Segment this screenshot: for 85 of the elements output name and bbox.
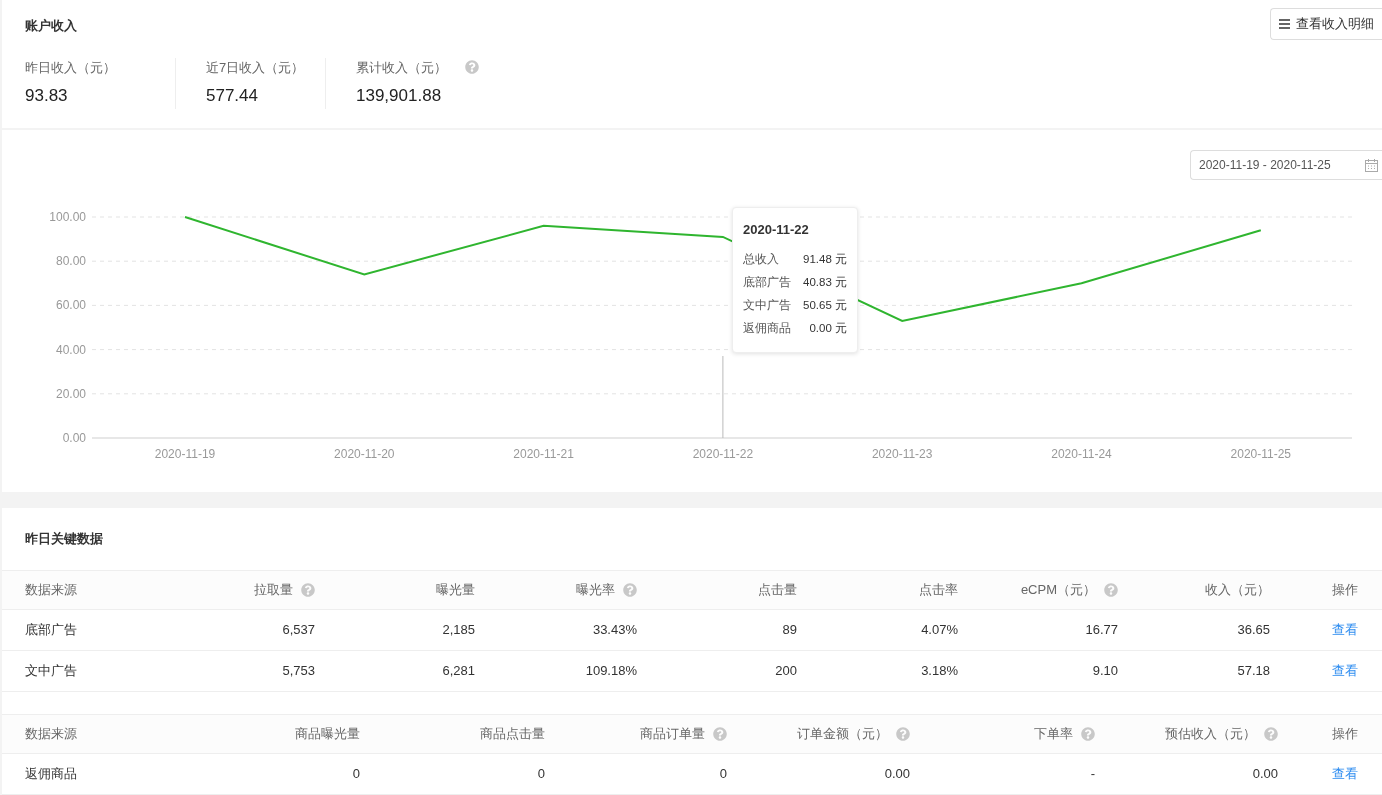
column-header: 点击量: [758, 581, 797, 600]
view-link[interactable]: 查看: [1332, 620, 1358, 640]
column-header: 操作: [1332, 725, 1358, 744]
column-header: 商品点击量: [480, 725, 545, 744]
y-tick-label: 100.00: [49, 210, 86, 224]
view-link[interactable]: 查看: [1332, 661, 1358, 681]
help-icon[interactable]: [301, 583, 315, 597]
x-tick-label: 2020-11-25: [1230, 447, 1292, 461]
help-icon[interactable]: [896, 727, 910, 741]
table-cell-text: 16.77: [1085, 621, 1118, 640]
date-range-field[interactable]: 2020-11-19 - 2020-11-25: [1190, 150, 1382, 180]
stat-value: 93.83: [25, 85, 69, 107]
help-icon[interactable]: [713, 727, 727, 741]
table-cell-text: 33.43%: [592, 621, 637, 640]
section-title: 账户收入: [25, 17, 77, 35]
stat-value: 577.44: [206, 85, 259, 107]
column-header: 曝光量: [436, 581, 475, 600]
x-tick-label: 2020-11-22: [692, 447, 754, 461]
help-icon[interactable]: [465, 60, 479, 75]
section-title: 昨日关键数据: [25, 530, 103, 549]
table-cell-text: 0: [719, 765, 727, 784]
column-header: 点击率: [919, 581, 958, 600]
column-header: 下单率: [1034, 725, 1073, 744]
table-cell-text: 6,537: [282, 621, 315, 640]
table-cell-text: 9.10: [1092, 662, 1118, 681]
tooltip-label: 底部广告: [743, 274, 791, 290]
y-tick-label: 40.00: [55, 342, 86, 357]
table-cell-text: 返佣商品: [25, 765, 77, 784]
x-tick-label: 2020-11-21: [513, 447, 574, 461]
table-cell-text: 36.65: [1237, 621, 1270, 640]
tooltip-value: 40.83 元: [803, 274, 847, 290]
table-cell-text: 0: [537, 765, 545, 784]
x-tick-label: 2020-11-20: [334, 447, 395, 461]
x-tick-label: 2020-11-23: [871, 447, 933, 461]
table-cell-text: 底部广告: [25, 621, 77, 640]
table-cell-text: 3.18%: [921, 662, 958, 681]
help-icon[interactable]: [623, 583, 637, 597]
table-cell-text: 5,753: [282, 662, 315, 681]
help-icon[interactable]: [1081, 727, 1095, 741]
column-header: 操作: [1332, 581, 1358, 600]
table-cell-text: 0: [352, 765, 360, 784]
x-tick-label: 2020-11-24: [1051, 447, 1112, 461]
table-cell-text: 57.18: [1237, 662, 1270, 681]
column-header: 商品订单量: [640, 725, 705, 744]
calendar-icon: [1365, 158, 1378, 172]
help-icon[interactable]: [1104, 583, 1118, 597]
view-link[interactable]: 查看: [1332, 764, 1358, 784]
table-cell-text: 0.00: [884, 765, 910, 784]
tooltip-value: 50.65 元: [803, 297, 847, 313]
tooltip-value: 91.48 元: [803, 251, 847, 267]
help-icon[interactable]: [1264, 727, 1278, 741]
menu-icon: [1279, 19, 1290, 29]
column-header: 数据来源: [25, 581, 77, 600]
column-header: 拉取量: [254, 581, 293, 600]
tooltip-label: 文中广告: [743, 297, 791, 313]
tooltip-label: 返佣商品: [743, 320, 791, 336]
table-cell-text: 89: [782, 621, 797, 640]
column-header: 预估收入（元）: [1165, 725, 1256, 744]
column-header: eCPM（元）: [1020, 581, 1096, 600]
y-tick-label: 0.00: [62, 431, 86, 445]
y-tick-label: 60.00: [55, 298, 86, 313]
table-cell-text: 200: [775, 662, 797, 681]
tooltip-title: 2020-11-22: [743, 221, 810, 239]
tooltip-value: 0.00 元: [809, 320, 847, 336]
column-header: 商品曝光量: [295, 725, 360, 744]
column-header: 数据来源: [25, 725, 77, 744]
table-cell-text: -: [1090, 765, 1095, 784]
y-tick-label: 20.00: [55, 386, 86, 401]
column-header: 收入（元）: [1205, 581, 1270, 600]
stat-label: 昨日收入（元）: [25, 58, 116, 77]
table-cell-text: 2,185: [442, 621, 475, 640]
stat-label: 近7日收入（元）: [206, 58, 305, 77]
table-cell-text: 109.18%: [585, 662, 637, 681]
income-detail-button[interactable]: 查看收入明细: [1270, 8, 1382, 40]
table-cell-text: 文中广告: [25, 662, 77, 681]
table-cell-text: 4.07%: [921, 621, 958, 640]
table-cell-text: 6,281: [442, 662, 475, 681]
tooltip-label: 总收入: [743, 251, 779, 267]
x-tick-label: 2020-11-19: [154, 447, 216, 461]
stat-value: 139,901.88: [356, 85, 443, 107]
column-header: 曝光率: [576, 581, 615, 600]
stat-label: 累计收入（元）: [356, 58, 447, 77]
y-tick-label: 80.00: [55, 254, 86, 269]
table-cell-text: 0.00: [1252, 765, 1278, 784]
column-header: 订单金额（元）: [797, 725, 888, 744]
